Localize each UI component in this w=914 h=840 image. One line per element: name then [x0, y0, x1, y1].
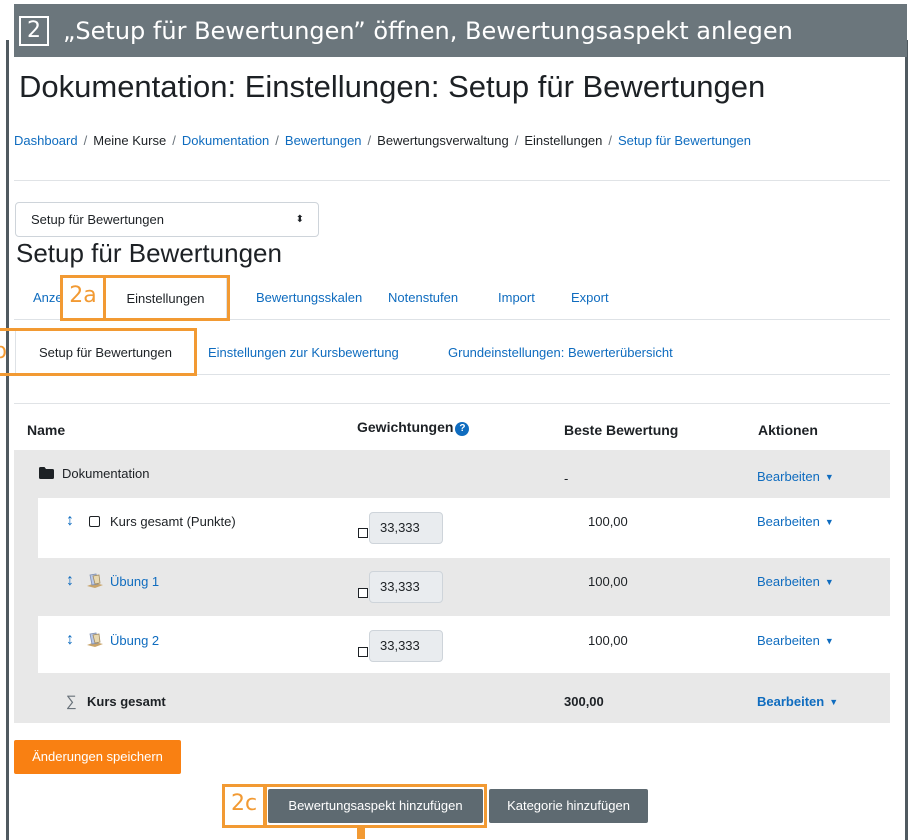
- help-icon[interactable]: ?: [455, 422, 470, 436]
- indent-band: [14, 498, 38, 673]
- row-edit-menu[interactable]: Bearbeiten ▼: [757, 574, 834, 589]
- category-best: -: [564, 471, 569, 486]
- item-checkbox[interactable]: [89, 516, 100, 527]
- tab-notenstufen[interactable]: Notenstufen: [388, 290, 458, 305]
- frame-right-border: [905, 40, 908, 840]
- breadcrumb-bewertungen[interactable]: Bewertungen: [285, 133, 362, 148]
- page-title: Dokumentation: Einstellungen: Setup für …: [19, 69, 766, 104]
- highlight-setup-subtab: [0, 328, 197, 376]
- edit-label: Bearbeiten: [757, 514, 820, 529]
- breadcrumb-separator: /: [275, 133, 279, 148]
- row-name: Kurs gesamt (Punkte): [110, 514, 236, 529]
- breadcrumb-bewertungsverwaltung: Bewertungsverwaltung: [377, 133, 509, 148]
- col-header-weights-label: Gewichtungen: [357, 419, 454, 435]
- report-select[interactable]: Setup für Bewertungen ⬍: [15, 202, 319, 237]
- edit-label: Bearbeiten: [757, 574, 820, 589]
- report-select-value: Setup für Bewertungen: [31, 212, 164, 227]
- breadcrumb: Dashboard / Meine Kurse / Dokumentation / Bewe…: [14, 133, 751, 148]
- move-icon[interactable]: ↕: [66, 572, 74, 590]
- edit-label: Bearbeiten: [757, 633, 820, 648]
- header-divider: [14, 180, 890, 181]
- breadcrumb-separator: /: [83, 133, 88, 148]
- marker-2b-label: b: [0, 339, 8, 364]
- row-edit-menu[interactable]: Bearbeiten ▼: [757, 514, 834, 529]
- highlight-add-grade-item: [264, 784, 487, 828]
- row-best: 100,00: [588, 514, 628, 529]
- category-edit-menu[interactable]: Bearbeiten ▼: [757, 469, 834, 484]
- sum-icon: ∑: [66, 693, 77, 710]
- breadcrumb-meine-kurse: Meine Kurse: [93, 133, 167, 148]
- edit-label: Bearbeiten: [757, 469, 820, 484]
- total-best: 300,00: [564, 694, 604, 709]
- folder-icon: [39, 467, 54, 479]
- col-header-name: Name: [27, 422, 66, 438]
- row-edit-menu[interactable]: Bearbeiten ▼: [757, 633, 834, 648]
- move-icon[interactable]: ↕: [66, 631, 74, 649]
- breadcrumb-setup[interactable]: Setup für Bewertungen: [618, 133, 751, 148]
- caret-down-icon: ▼: [824, 517, 834, 527]
- subtab-kursbewertung[interactable]: Einstellungen zur Kursbewertung: [208, 345, 399, 360]
- weight-input[interactable]: 33,333: [369, 571, 443, 603]
- tab-import[interactable]: Import: [498, 290, 535, 305]
- breadcrumb-separator: /: [367, 133, 372, 148]
- row-name-link[interactable]: Übung 2: [110, 633, 159, 648]
- weight-override-checkbox[interactable]: [358, 588, 368, 598]
- breadcrumb-separator: /: [172, 133, 176, 148]
- marker-2a-label: 2a: [63, 283, 103, 308]
- tab-anzeige[interactable]: Anze: [33, 290, 63, 305]
- instruction-text: „Setup für Bewertungen” öffnen, Bewertun…: [63, 16, 793, 45]
- weight-input[interactable]: 33,333: [369, 630, 443, 662]
- caret-down-icon: ▼: [829, 697, 839, 707]
- highlight-einstellungen: [103, 275, 230, 321]
- breadcrumb-dokumentation[interactable]: Dokumentation: [182, 133, 269, 148]
- breadcrumb-dashboard[interactable]: Dashboard: [14, 133, 78, 148]
- weight-override-checkbox[interactable]: [358, 528, 368, 538]
- caret-down-icon: ▼: [824, 636, 834, 646]
- tab-export[interactable]: Export: [571, 290, 609, 305]
- assignment-icon: [87, 573, 103, 588]
- col-header-best: Beste Bewertung: [564, 422, 679, 438]
- total-edit-menu[interactable]: Bearbeiten ▼: [757, 694, 838, 709]
- select-arrows-icon: ⬍: [295, 214, 304, 225]
- category-name: Dokumentation: [62, 466, 150, 481]
- step-number: 2: [19, 15, 49, 46]
- frame-left-border: [6, 40, 9, 840]
- breadcrumb-separator: /: [514, 133, 519, 148]
- col-header-actions: Aktionen: [758, 422, 818, 438]
- weight-override-checkbox[interactable]: [358, 647, 368, 657]
- pointer-arrow: [357, 828, 365, 839]
- save-changes-button[interactable]: Änderungen speichern: [14, 740, 181, 774]
- row-name-link[interactable]: Übung 1: [110, 574, 159, 589]
- breadcrumb-einstellungen: Einstellungen: [524, 133, 603, 148]
- breadcrumb-separator: /: [608, 133, 613, 148]
- subtab-bewerteruebersicht[interactable]: Grundeinstellungen: Bewerterübersicht: [448, 345, 673, 360]
- row-best: 100,00: [588, 633, 628, 648]
- tab-bewertungsskalen[interactable]: Bewertungsskalen: [256, 290, 362, 305]
- add-category-button[interactable]: Kategorie hinzufügen: [489, 789, 648, 823]
- caret-down-icon: ▼: [824, 472, 834, 482]
- caret-down-icon: ▼: [824, 577, 834, 587]
- edit-label: Bearbeiten: [757, 694, 825, 709]
- col-header-weights: Gewichtungen?: [357, 419, 470, 436]
- total-name: Kurs gesamt: [87, 694, 166, 709]
- instruction-banner: 2 „Setup für Bewertungen” öffnen, Bewert…: [14, 4, 907, 57]
- section-title: Setup für Bewertungen: [16, 238, 282, 268]
- move-icon[interactable]: ↕: [66, 512, 74, 530]
- row-best: 100,00: [588, 574, 628, 589]
- table-top-divider: [14, 403, 890, 404]
- weight-input[interactable]: 33,333: [369, 512, 443, 544]
- marker-2c-label: 2c: [225, 791, 263, 816]
- assignment-icon: [87, 632, 103, 647]
